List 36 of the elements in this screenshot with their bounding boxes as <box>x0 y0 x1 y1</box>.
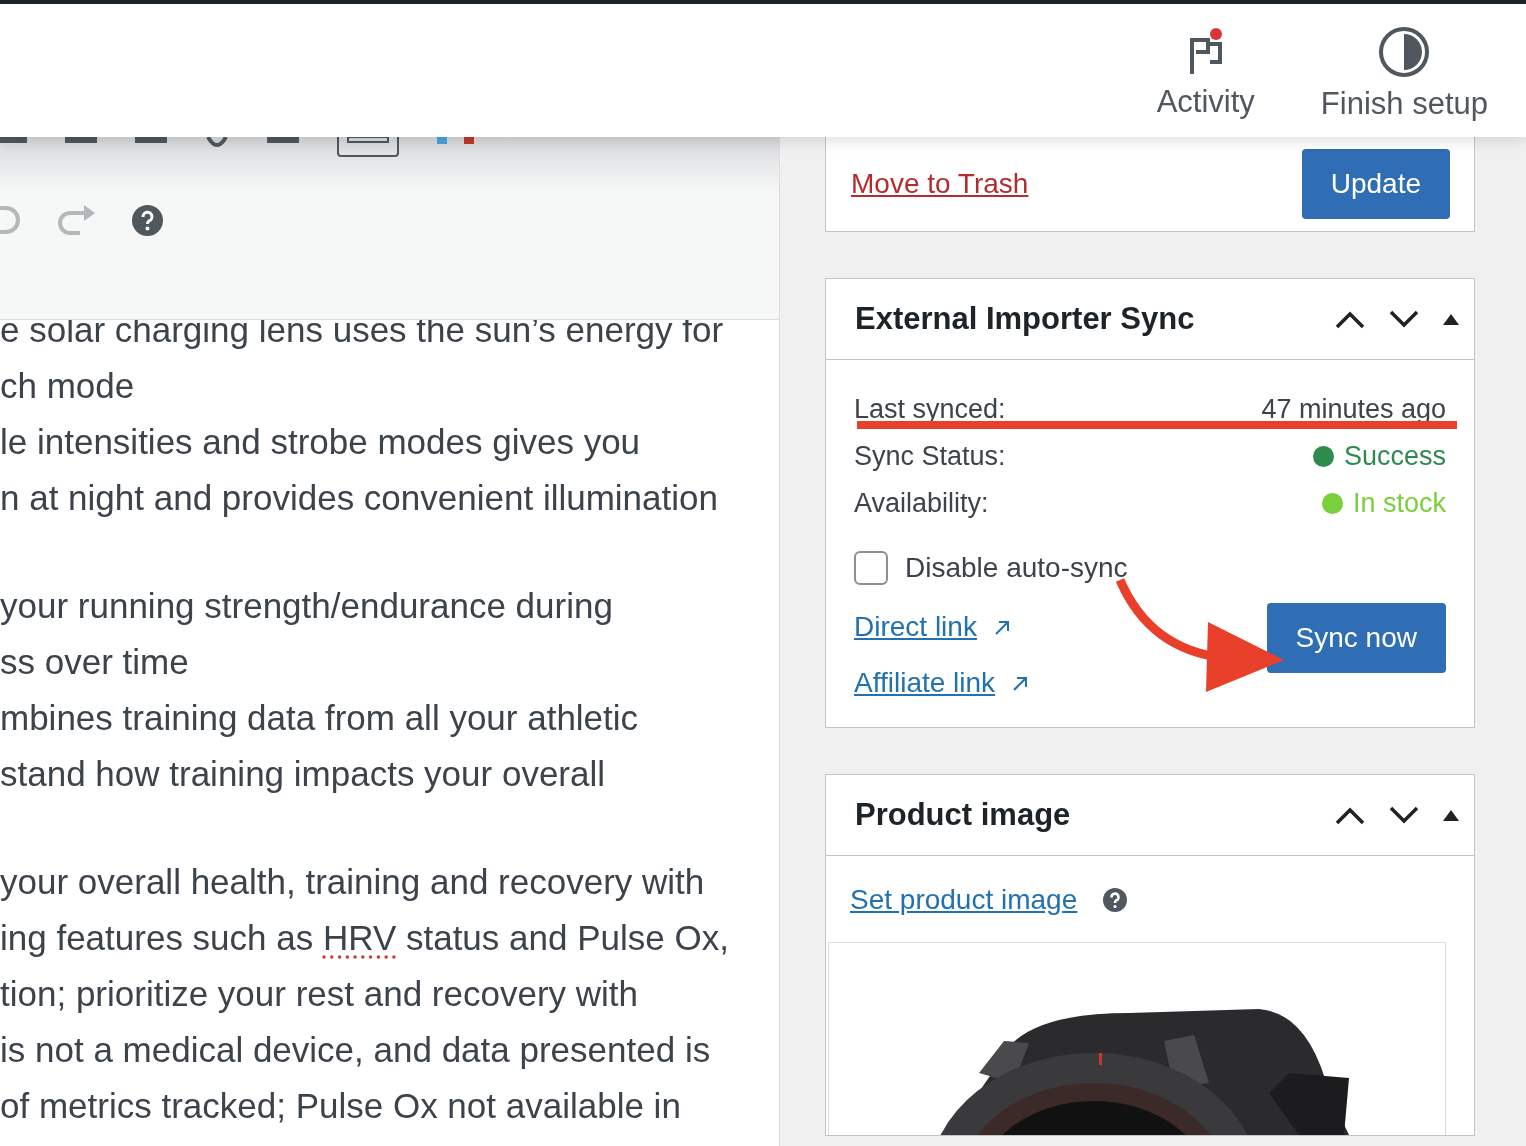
field-label: Sync Status: <box>854 441 1006 472</box>
external-link-icon <box>1011 674 1029 692</box>
text-line: ing features such as HRV status and Pulse Ox, <box>0 917 730 959</box>
progress-icon <box>1378 26 1431 78</box>
keyboard-icon[interactable] <box>337 137 399 157</box>
checkbox-label: Disable auto-sync <box>905 552 1128 584</box>
text-line: your running strength/endurance during <box>0 585 614 627</box>
field-value: Success <box>1343 441 1446 472</box>
set-image-link[interactable]: Set product image <box>850 884 1078 916</box>
text-line: your overall health, training and recovery with <box>0 861 706 903</box>
text-line: stand how training impacts your overall <box>0 753 606 795</box>
checkbox[interactable] <box>854 551 888 585</box>
field-label: Availability: <box>854 488 989 519</box>
text-line: ss over time <box>0 641 190 683</box>
fullscreen-icon[interactable] <box>437 137 474 145</box>
help-icon[interactable] <box>1103 888 1128 912</box>
field-label: Last synced: <box>854 394 1006 425</box>
text-line: ch mode <box>0 365 136 407</box>
help-icon[interactable] <box>132 204 163 236</box>
text-line: mbines training data from all your athletic <box>0 697 640 739</box>
sync-now-button[interactable]: Sync now <box>1266 603 1446 673</box>
text-line: is not a medical device, and data presented is <box>0 1029 712 1071</box>
header-button[interactable]: Finish setup <box>1314 4 1494 123</box>
field-value: In stock <box>1352 488 1446 519</box>
text-line: le intensities and strobe modes gives you <box>0 421 642 463</box>
external-link[interactable]: Direct link <box>854 611 1029 643</box>
update-button[interactable]: Update <box>1301 149 1450 219</box>
header-button[interactable]: Activity <box>1150 4 1261 121</box>
external-link[interactable]: Affiliate link <box>854 667 1029 699</box>
panel-title: External Importer Sync <box>855 301 1196 337</box>
trash-link[interactable]: Move to Trash <box>851 168 1029 200</box>
text-line: tion; prioritize your rest and recovery with <box>0 973 640 1015</box>
text-line: n at night and provides convenient illumination <box>0 477 719 519</box>
link-icon[interactable] <box>205 137 229 147</box>
panel-title: Product image <box>855 797 1072 833</box>
text-line: of metrics tracked; Pulse Ox not available in <box>0 1085 682 1127</box>
